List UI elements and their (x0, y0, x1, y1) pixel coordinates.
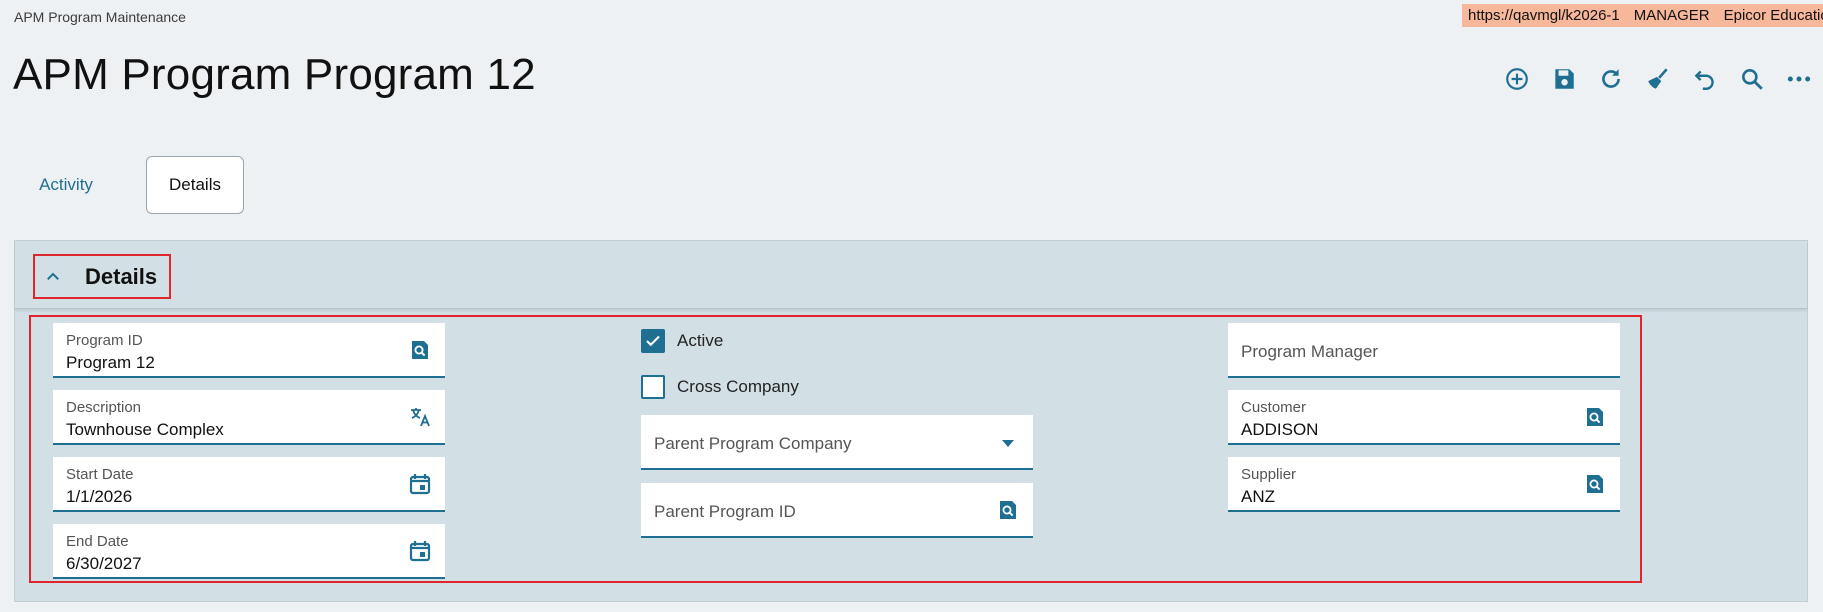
clear-button[interactable] (1634, 64, 1681, 94)
tab-bar: Activity Details (14, 156, 244, 214)
program-manager-placeholder: Program Manager (1241, 342, 1379, 361)
customer-field[interactable]: Customer ADDISON (1228, 390, 1620, 445)
description-value: Townhouse Complex (66, 420, 224, 439)
add-new-icon (1505, 68, 1528, 90)
add-new-button[interactable] (1493, 64, 1540, 94)
checkbox-checked-icon (641, 329, 665, 353)
translate-icon[interactable] (407, 404, 433, 430)
program-id-value: Program 12 (66, 353, 155, 372)
undo-icon (1694, 70, 1714, 90)
environment-banner: https://qavmgl/k2026-1 MANAGER Epicor Ed… (1462, 4, 1823, 27)
details-panel-header: Details (15, 241, 1807, 309)
customer-label: Customer (1241, 399, 1307, 416)
program-manager-field[interactable]: Program Manager (1228, 323, 1620, 378)
parent-program-id-field[interactable]: Parent Program ID (641, 483, 1033, 538)
description-label: Description (66, 399, 142, 416)
cross-company-checkbox[interactable]: Cross Company (641, 375, 799, 399)
lookup-search-icon[interactable] (1582, 404, 1608, 430)
app-title: APM Program Maintenance (14, 9, 186, 25)
description-field[interactable]: Description Townhouse Complex (53, 390, 445, 445)
search-icon (1742, 69, 1764, 90)
env-user: MANAGER (1633, 7, 1710, 24)
lookup-search-icon[interactable] (1582, 471, 1608, 497)
details-collapse-toggle[interactable]: Details (33, 254, 171, 299)
tab-details[interactable]: Details (146, 156, 244, 214)
end-date-field[interactable]: End Date 6/30/2027 (53, 524, 445, 579)
program-id-field[interactable]: Program ID Program 12 (53, 323, 445, 378)
clear-broom-icon (1648, 68, 1668, 89)
end-date-label: End Date (66, 533, 129, 550)
more-options-icon (1788, 76, 1811, 82)
supplier-field[interactable]: Supplier ANZ (1228, 457, 1620, 512)
tab-activity[interactable]: Activity (14, 156, 118, 214)
active-label: Active (677, 331, 724, 350)
save-icon (1555, 69, 1574, 89)
parent-program-id-placeholder: Parent Program ID (654, 502, 796, 521)
page-title: APM Program Program 12 (13, 50, 536, 99)
supplier-label: Supplier (1241, 466, 1297, 483)
start-date-label: Start Date (66, 466, 134, 483)
checkbox-unchecked-icon (641, 375, 665, 399)
program-id-label: Program ID (66, 332, 143, 349)
parent-program-company-placeholder: Parent Program Company (654, 434, 852, 453)
lookup-search-icon[interactable] (407, 337, 433, 363)
refresh-icon (1601, 69, 1620, 88)
customer-value: ADDISON (1241, 420, 1319, 439)
calendar-icon[interactable] (407, 538, 433, 564)
env-company: Epicor Education (1723, 7, 1823, 24)
search-button[interactable] (1729, 64, 1776, 94)
chevron-up-icon (43, 267, 63, 287)
dropdown-arrow-icon[interactable] (995, 429, 1021, 455)
env-url: https://qavmgl/k2026-1 (1468, 7, 1620, 24)
parent-program-company-dropdown[interactable]: Parent Program Company (641, 415, 1033, 470)
supplier-value: ANZ (1241, 487, 1275, 506)
calendar-icon[interactable] (407, 471, 433, 497)
details-panel-title: Details (85, 263, 158, 289)
active-checkbox[interactable]: Active (641, 329, 723, 353)
toolbar (1493, 64, 1823, 94)
refresh-button[interactable] (1587, 64, 1634, 94)
end-date-value: 6/30/2027 (66, 554, 142, 573)
start-date-value: 1/1/2026 (66, 487, 133, 506)
save-button[interactable] (1540, 64, 1587, 94)
details-panel: Details Program ID Program 12 Descriptio… (14, 240, 1808, 602)
cross-company-label: Cross Company (677, 377, 799, 396)
start-date-field[interactable]: Start Date 1/1/2026 (53, 457, 445, 512)
more-options-button[interactable] (1776, 64, 1823, 94)
undo-button[interactable] (1682, 64, 1729, 94)
lookup-search-icon[interactable] (995, 497, 1021, 523)
